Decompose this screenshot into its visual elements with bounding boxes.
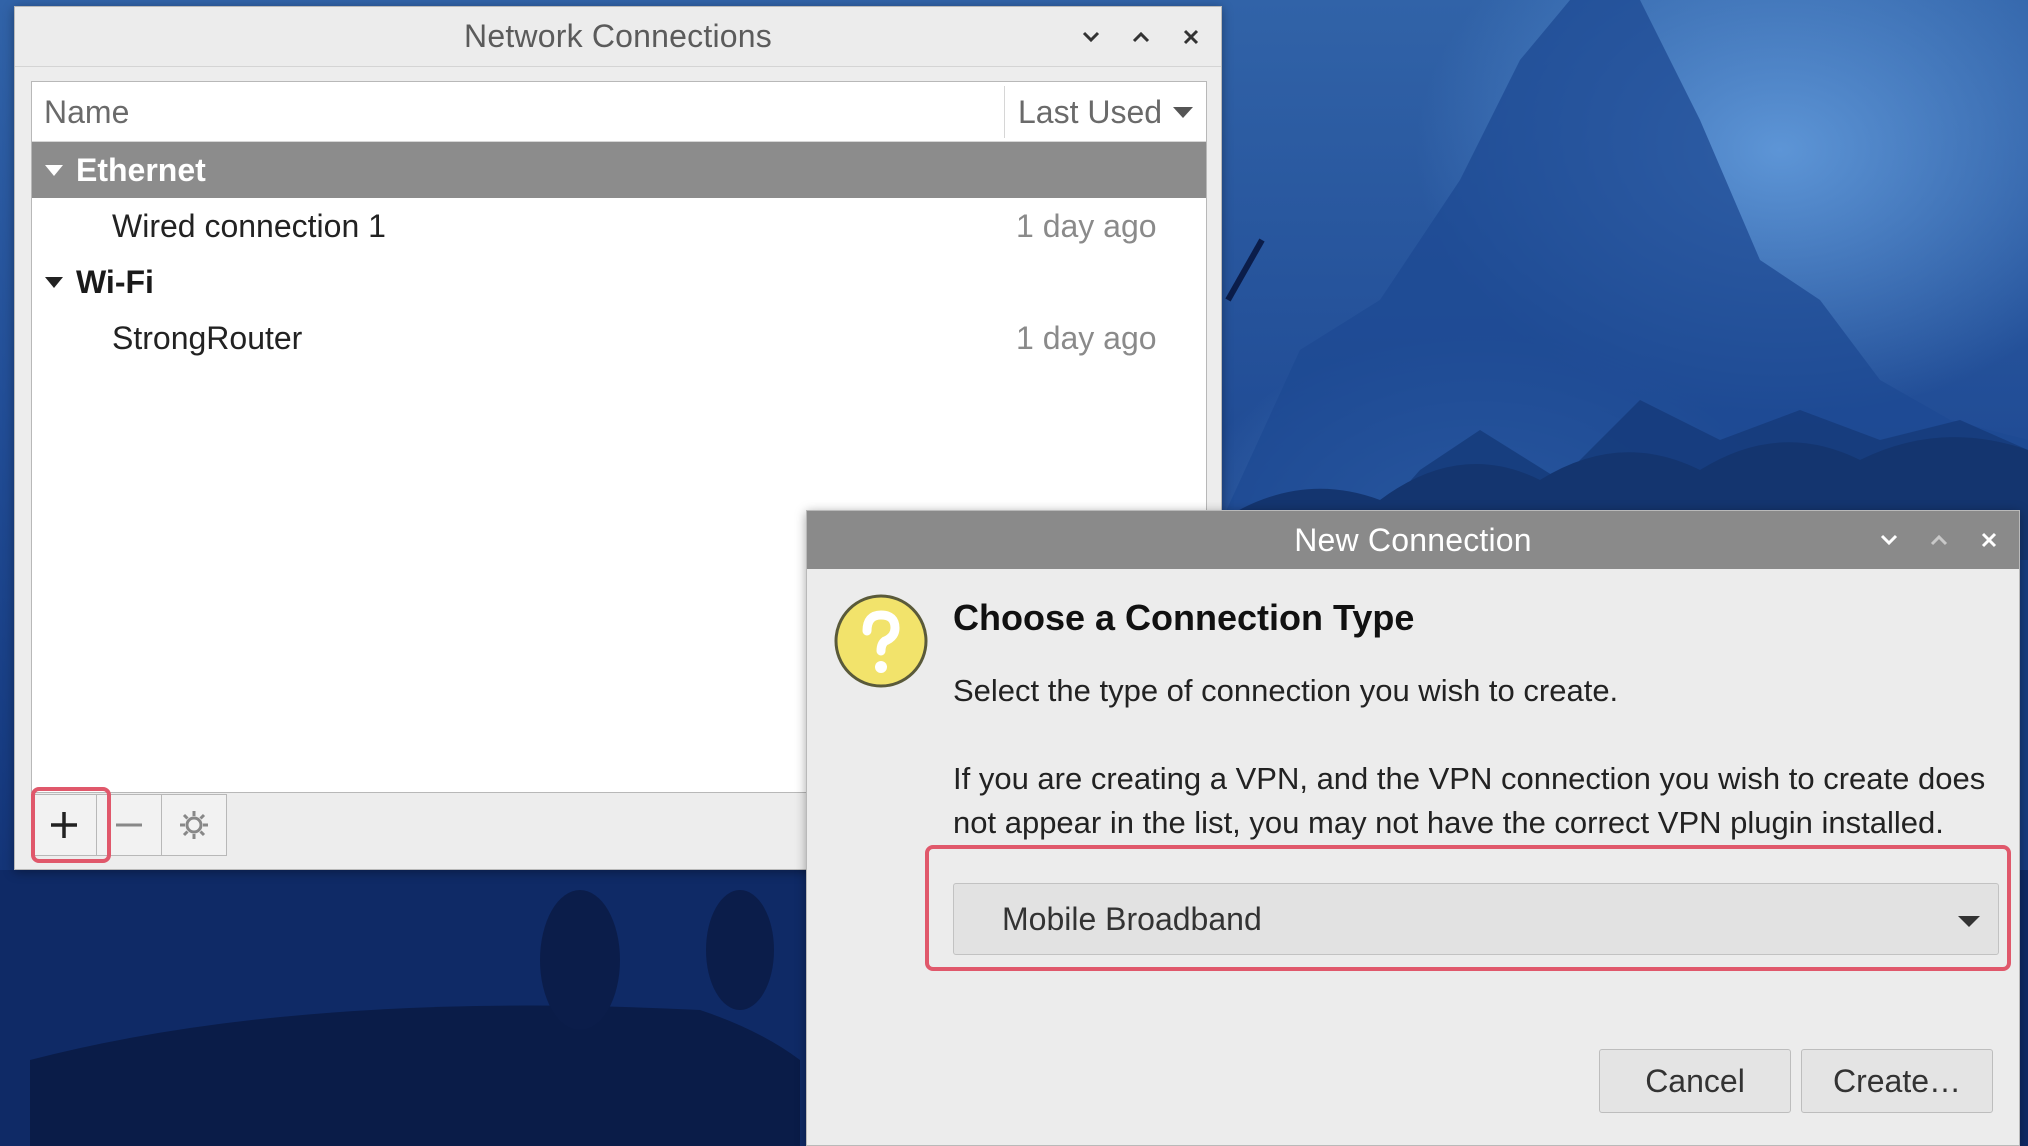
minus-icon — [116, 823, 142, 827]
window-title: Network Connections — [464, 18, 772, 54]
connection-name: StrongRouter — [112, 319, 303, 356]
group-row-wifi[interactable]: Wi-Fi — [32, 254, 1206, 310]
titlebar: Network Connections — [15, 7, 1221, 67]
cancel-button[interactable]: Cancel — [1599, 1049, 1791, 1113]
connection-last-used: 1 day ago — [1016, 207, 1157, 244]
add-connection-button[interactable] — [31, 794, 97, 856]
maximize-button[interactable] — [1125, 21, 1157, 53]
dropdown-arrow-icon — [1954, 906, 1984, 936]
dialog-vpn-note: If you are creating a VPN, and the VPN c… — [953, 761, 1986, 840]
column-name[interactable]: Name — [44, 82, 129, 142]
connection-name: Wired connection 1 — [112, 207, 386, 244]
list-header: Name Last Used — [32, 82, 1206, 142]
close-button[interactable] — [1973, 524, 2005, 556]
dialog-titlebar: New Connection — [807, 511, 2019, 569]
dialog-title: New Connection — [1294, 521, 1532, 558]
minimize-button[interactable] — [1873, 524, 1905, 556]
connection-last-used: 1 day ago — [1016, 319, 1157, 356]
dialog-heading: Choose a Connection Type — [953, 597, 1415, 638]
group-label: Ethernet — [76, 151, 206, 188]
gear-icon — [180, 811, 208, 839]
remove-connection-button[interactable] — [96, 794, 162, 856]
column-last-used-label: Last Used — [1018, 94, 1163, 130]
chevron-down-icon — [1880, 534, 1898, 546]
connection-row-strongrouter[interactable]: StrongRouter 1 day ago — [32, 310, 1206, 366]
new-connection-dialog: New Connection Choose a Connection Type … — [806, 510, 2020, 1146]
edit-connection-button[interactable] — [161, 794, 227, 856]
connection-type-value: Mobile Broadband — [1002, 900, 1262, 937]
chevron-up-icon — [1132, 31, 1150, 43]
plus-icon — [51, 812, 77, 838]
window-controls — [1075, 7, 1207, 67]
connection-row-wired[interactable]: Wired connection 1 1 day ago — [32, 198, 1206, 254]
group-row-ethernet[interactable]: Ethernet — [32, 142, 1206, 198]
minimize-button[interactable] — [1075, 21, 1107, 53]
close-button[interactable] — [1175, 21, 1207, 53]
list-toolbar — [31, 793, 227, 857]
sort-down-icon — [1173, 107, 1194, 118]
maximize-button[interactable] — [1923, 524, 1955, 556]
expander-down-icon[interactable] — [42, 158, 66, 182]
dialog-description: Select the type of connection you wish t… — [953, 673, 1619, 708]
column-divider — [1004, 86, 1005, 138]
column-last-used[interactable]: Last Used — [1018, 82, 1194, 142]
group-label: Wi-Fi — [76, 263, 154, 300]
create-button[interactable]: Create… — [1801, 1049, 1993, 1113]
chevron-down-icon — [1082, 31, 1100, 43]
close-icon — [1981, 532, 1997, 548]
connection-type-dropdown[interactable]: Mobile Broadband — [953, 883, 1999, 955]
close-icon — [1183, 29, 1199, 45]
question-icon — [834, 594, 928, 688]
dialog-window-controls — [1873, 511, 2005, 569]
chevron-up-icon — [1930, 534, 1948, 546]
expander-down-icon[interactable] — [42, 270, 66, 294]
